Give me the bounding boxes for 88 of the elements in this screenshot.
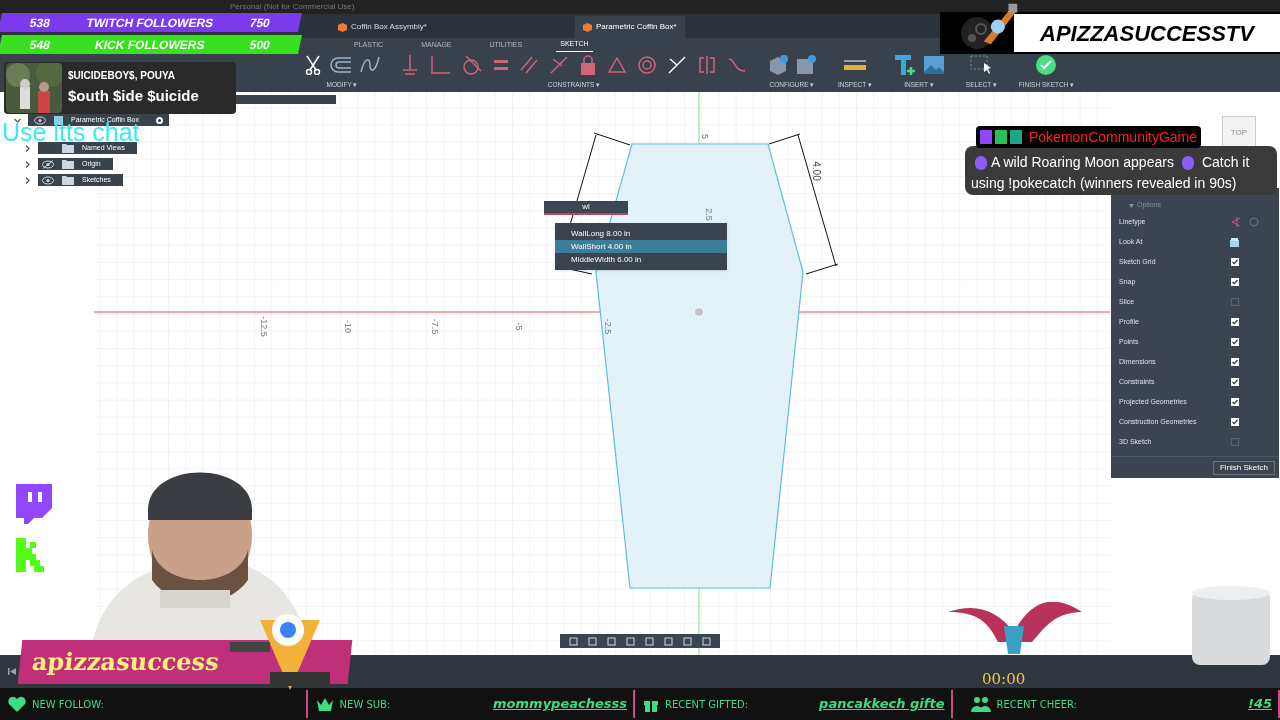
curvature-icon[interactable]	[728, 56, 746, 75]
folder-icon	[62, 143, 74, 153]
midpoint-icon[interactable]	[668, 56, 686, 75]
chevron-down-icon[interactable]	[14, 116, 21, 124]
rewind-icon[interactable]	[8, 668, 16, 675]
event-value: !45	[1247, 695, 1272, 714]
window-title: Personal (Not for Commercial Use)	[230, 1, 355, 13]
origin-point	[694, 307, 704, 317]
heart-icon	[8, 696, 26, 712]
radio-icon[interactable]	[156, 116, 163, 124]
sword-badge-icon	[995, 130, 1007, 144]
folder-icon	[62, 159, 74, 169]
curve-icon[interactable]	[360, 56, 380, 75]
parallel-icon[interactable]	[520, 56, 538, 75]
suggestion-item[interactable]: WallShort 4.00 in	[555, 240, 727, 253]
checkbox[interactable]	[1231, 298, 1239, 306]
chevron-right-icon[interactable]	[24, 144, 31, 152]
offset-icon[interactable]	[330, 56, 352, 75]
selection-box-icon[interactable]	[970, 55, 993, 76]
triangle-icon[interactable]	[608, 57, 626, 74]
cube-icon[interactable]	[768, 55, 788, 76]
scissors-icon[interactable]	[304, 55, 322, 76]
checkbox[interactable]	[1231, 398, 1239, 406]
check-circle-icon[interactable]	[1036, 55, 1057, 76]
finish-sketch-button[interactable]: Finish Sketch	[1212, 460, 1275, 475]
axis-label: -5	[513, 322, 523, 331]
event-label: NEW FOLLOW:	[32, 697, 104, 712]
artist-name: $UICIDEBOY$, POUYA	[68, 69, 176, 84]
cube-icon	[338, 22, 347, 32]
checkbox[interactable]	[1231, 378, 1239, 386]
people-icon	[970, 696, 991, 712]
streamer-name: apizzasuccess	[30, 646, 221, 678]
chat-username: PokemonCommunityGame	[1029, 127, 1198, 147]
event-label: RECENT CHEER:	[996, 697, 1077, 712]
axis-label: -10	[343, 320, 352, 333]
eye-icon[interactable]	[34, 115, 46, 125]
lock-icon[interactable]	[580, 55, 596, 76]
axis-label: -7.5	[430, 318, 440, 335]
suggestion-item[interactable]: WallLong 8.00 in	[555, 227, 727, 240]
axis-label: 5	[700, 134, 709, 139]
document-tab[interactable]: Coffin Box Assymbly*	[330, 16, 435, 38]
timer: 00:00	[982, 669, 1026, 690]
image-icon[interactable]	[923, 56, 944, 75]
axis-label: -12.5	[258, 316, 268, 337]
axis-label: 2.5	[703, 208, 713, 221]
chat-text: A wild Roaring Moon appears Catch it using !pokecatch (winners revealed in 90s)	[971, 153, 1251, 193]
event-label: RECENT GIFTED:	[665, 697, 749, 712]
equal-icon[interactable]	[494, 60, 508, 71]
checkbox[interactable]	[1231, 418, 1239, 426]
chevron-right-icon[interactable]	[24, 176, 31, 184]
channel-name: APIZZASUCCESSTV	[1014, 14, 1280, 52]
steam-logo-icon	[960, 16, 994, 50]
event-value: mommypeachesss	[493, 695, 627, 714]
twitch-badge-icon	[980, 130, 992, 144]
eye-icon[interactable]	[42, 175, 54, 185]
event-label: NEW SUB:	[339, 697, 391, 712]
checkbox[interactable]	[1231, 358, 1239, 366]
ruler-icon[interactable]	[842, 59, 867, 72]
checkbox[interactable]	[1231, 318, 1239, 326]
checkbox[interactable]	[1231, 338, 1239, 346]
follower-count: 538	[28, 14, 52, 32]
folder-icon	[62, 175, 74, 185]
song-title: $outh $ide $uicide	[68, 86, 199, 107]
chevron-right-icon[interactable]	[24, 160, 31, 168]
concentric-icon[interactable]	[638, 56, 656, 75]
follower-count: 548	[28, 36, 52, 54]
follower-goal: 750	[248, 14, 272, 32]
crown-icon	[315, 697, 334, 711]
follower-label: TWITCH FOLLOWERS	[84, 14, 216, 32]
checkbox[interactable]	[1231, 258, 1239, 266]
text-insert-icon[interactable]	[893, 54, 916, 77]
event-value: pancakkech gifte	[819, 695, 945, 714]
suggestion-item[interactable]: MiddleWidth 6.00 in	[555, 253, 727, 266]
axis-label: -2.5	[603, 318, 613, 335]
follower-goal: 500	[248, 36, 272, 54]
caret-down-icon[interactable]	[1129, 204, 1134, 208]
robot-badge-icon	[1010, 130, 1022, 144]
eye-slash-icon[interactable]	[42, 159, 54, 169]
tangent-icon[interactable]	[462, 55, 482, 76]
table-icon[interactable]	[796, 55, 816, 76]
dimension-input[interactable]: wl	[544, 201, 628, 215]
checkbox[interactable]	[1231, 438, 1239, 446]
checkbox[interactable]	[1231, 278, 1239, 286]
document-tab[interactable]: Parametric Coffin Box*	[574, 16, 685, 38]
cross-lines-icon[interactable]	[550, 56, 568, 75]
dimension-value: 4.00	[810, 161, 821, 181]
cube-icon	[582, 22, 592, 32]
follower-label: KICK FOLLOWERS	[93, 36, 207, 54]
